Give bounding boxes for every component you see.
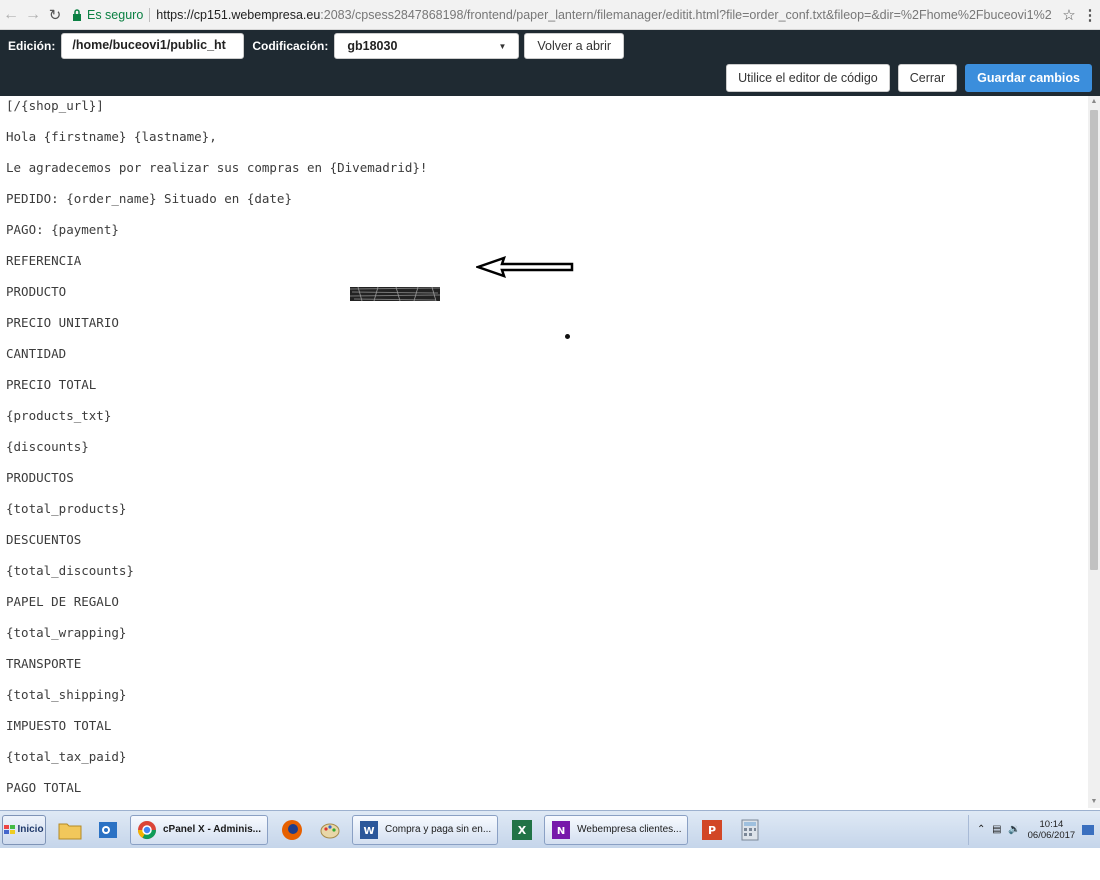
code-line: CANTIDAD [6, 346, 67, 361]
code-line: {total_shipping} [6, 687, 127, 702]
powerpoint-icon[interactable]: P [698, 816, 726, 844]
code-line: PRECIO TOTAL [6, 377, 97, 392]
back-button[interactable]: ← [0, 4, 22, 26]
svg-text:N: N [557, 826, 565, 837]
url-host: https://cp151.webempresa.eu [156, 7, 321, 22]
folder-icon[interactable] [56, 816, 84, 844]
code-line: {total_discounts} [6, 563, 134, 578]
calculator-icon[interactable] [736, 816, 764, 844]
scroll-thumb[interactable] [1090, 110, 1098, 570]
task-chrome[interactable]: cPanel X - Adminis... [130, 814, 268, 845]
code-line: PRODUCTO [6, 284, 67, 299]
code-line: PRECIO UNITARIO [6, 315, 119, 330]
encoding-label: Codificación: [252, 39, 329, 53]
code-line: DESCUENTOS [6, 532, 82, 547]
arrow-right-icon: → [25, 5, 41, 23]
stray-dot-mark [565, 334, 570, 339]
code-line: {total_tax_paid} [6, 749, 127, 764]
file-path-input[interactable]: /home/buceovi1/public_ht [61, 33, 245, 59]
svg-text:W: W [363, 826, 374, 837]
code-editor-button[interactable]: Utilice el editor de código [726, 64, 890, 92]
windows-taskbar: Inicio cPanel X - Adminis... W Compra y … [0, 810, 1100, 848]
network-icon[interactable]: ▤ [992, 824, 1001, 835]
text-editor-area[interactable]: [/{shop_url}] Hola {firstname} {lastname}… [0, 96, 1088, 808]
editor-scrollbar[interactable]: ▲ ▼ [1088, 96, 1100, 808]
clock-time: 10:14 [1039, 818, 1064, 830]
excel-icon[interactable]: X [508, 816, 536, 844]
code-line: REFERENCIA [6, 253, 82, 268]
url-separator [149, 7, 151, 22]
scroll-down-icon[interactable]: ▼ [1088, 796, 1100, 808]
code-line: Le agradecemos por realizar sus compras … [6, 160, 428, 175]
encoding-select[interactable]: gb18030 ▼ [334, 33, 520, 59]
code-line: PAGO TOTAL [6, 780, 82, 795]
task-label: cPanel X - Adminis... [163, 824, 261, 835]
show-desktop-button[interactable] [1081, 824, 1094, 835]
toolbar-row-top: Edición: /home/buceovi1/public_ht Codifi… [0, 32, 625, 60]
code-line: PRODUCTOS [6, 470, 74, 485]
scroll-up-icon[interactable]: ▲ [1088, 96, 1100, 108]
code-line: PAGO: {payment} [6, 222, 119, 237]
url-path: :2083/cpsess2847868198/frontend/paper_la… [320, 7, 1052, 22]
outlook-icon[interactable] [94, 816, 122, 844]
word-icon: W [360, 820, 378, 839]
edition-label: Edición: [8, 39, 56, 53]
code-line: Hola {firstname} {lastname}, [6, 129, 217, 144]
code-line: {products_txt} [6, 408, 112, 423]
task-word[interactable]: W Compra y paga sin en... [352, 814, 499, 845]
onenote-icon: N [552, 820, 571, 839]
screen-margin [0, 848, 1100, 880]
url-bar[interactable]: Es seguro https://cp151.webempresa.eu:20… [72, 4, 1058, 26]
close-button[interactable]: Cerrar [897, 64, 958, 92]
reload-icon: ↻ [48, 6, 62, 24]
svg-text:P: P [708, 824, 716, 837]
star-icon: ☆ [1062, 6, 1076, 24]
arrow-left-icon: ← [3, 5, 19, 23]
editor-toolbar: Edición: /home/buceovi1/public_ht Codifi… [0, 30, 1100, 96]
code-line: {discounts} [6, 439, 89, 454]
start-button[interactable]: Inicio [2, 814, 46, 845]
task-label: Webempresa clientes... [577, 824, 682, 835]
lock-icon [73, 8, 81, 21]
reopen-button[interactable]: Volver a abrir [524, 33, 625, 59]
browser-menu-button[interactable]: ⋮ [1080, 6, 1100, 24]
browser-address-bar: ← → ↻ Es seguro https://cp151.webempresa… [0, 0, 1100, 30]
kebab-menu-icon: ⋮ [1082, 6, 1098, 24]
code-line: TRANSPORTE [6, 656, 82, 671]
forward-button[interactable]: → [22, 4, 44, 26]
paint-icon[interactable] [316, 816, 344, 844]
task-onenote[interactable]: N Webempresa clientes... [544, 814, 689, 845]
chrome-icon [138, 820, 156, 839]
firefox-icon[interactable] [278, 816, 306, 844]
clock[interactable]: 10:14 06/06/2017 [1028, 819, 1076, 841]
secure-label: Es seguro [87, 7, 144, 22]
bookmark-button[interactable]: ☆ [1058, 6, 1080, 24]
task-label: Compra y paga sin en... [385, 824, 492, 835]
code-line: {total_wrapping} [6, 625, 127, 640]
reload-button[interactable]: ↻ [44, 4, 66, 26]
code-line: PEDIDO: {order_name} Situado en {date} [6, 191, 292, 206]
clock-date: 06/06/2017 [1027, 829, 1076, 841]
annotation-arrow-icon [476, 256, 574, 278]
code-line: IMPUESTO TOTAL [6, 718, 112, 733]
code-line: [/{shop_url}] [6, 98, 104, 113]
encoding-value: gb18030 [347, 39, 398, 53]
start-label: Inicio [17, 824, 44, 835]
svg-text:X: X [518, 824, 527, 837]
system-tray: ⌃ ▤ 🔉 10:14 06/06/2017 [968, 814, 1098, 845]
chevron-down-icon: ▼ [498, 41, 507, 51]
toolbar-row-actions: Utilice el editor de código Cerrar Guard… [726, 64, 1092, 92]
volume-icon[interactable]: 🔉 [1008, 824, 1020, 835]
save-changes-button[interactable]: Guardar cambios [965, 64, 1092, 92]
code-line: {total_products} [6, 501, 127, 516]
code-line: PAPEL DE REGALO [6, 594, 119, 609]
tray-expand-icon[interactable]: ⌃ [977, 824, 985, 835]
redaction-scribble-icon [349, 286, 441, 302]
windows-logo-icon [4, 824, 16, 834]
